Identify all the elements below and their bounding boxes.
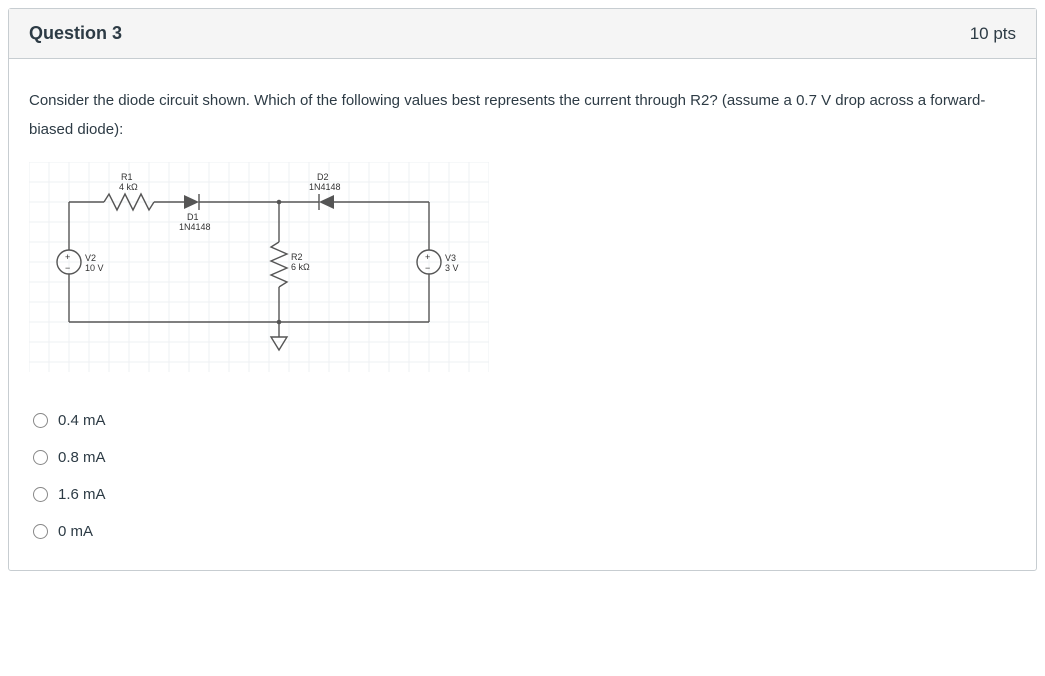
d1-name: D1	[187, 212, 199, 222]
r2-name: R2	[291, 252, 303, 262]
v2-value: 10 V	[85, 263, 104, 273]
answer-label: 0.4 mA	[58, 412, 106, 429]
v3-value: 3 V	[445, 263, 459, 273]
radio-icon	[33, 413, 48, 428]
question-title: Question 3	[29, 23, 122, 44]
v2-name: V2	[85, 253, 96, 263]
question-points: 10 pts	[970, 24, 1016, 44]
answer-label: 0.8 mA	[58, 449, 106, 466]
v3-name: V3	[445, 253, 456, 263]
radio-icon	[33, 524, 48, 539]
r1-value: 4 kΩ	[119, 182, 138, 192]
svg-text:+: +	[425, 252, 430, 262]
answer-option-a[interactable]: 0.4 mA	[29, 402, 1016, 439]
circuit-diagram: + − V2 10 V R1 4 kΩ D1 1N4148	[29, 162, 489, 372]
answer-label: 0 mA	[58, 523, 93, 540]
radio-icon	[33, 450, 48, 465]
d2-name: D2	[317, 172, 329, 182]
radio-icon	[33, 487, 48, 502]
question-prompt: Consider the diode circuit shown. Which …	[29, 87, 1016, 144]
answer-label: 1.6 mA	[58, 486, 106, 503]
answer-option-c[interactable]: 1.6 mA	[29, 476, 1016, 513]
question-header: Question 3 10 pts	[9, 9, 1036, 59]
answer-option-d[interactable]: 0 mA	[29, 513, 1016, 550]
r2-value: 6 kΩ	[291, 262, 310, 272]
r1-name: R1	[121, 172, 133, 182]
question-card: Question 3 10 pts Consider the diode cir…	[8, 8, 1037, 571]
answer-list: 0.4 mA 0.8 mA 1.6 mA 0 mA	[29, 402, 1016, 550]
answer-option-b[interactable]: 0.8 mA	[29, 439, 1016, 476]
d1-part: 1N4148	[179, 222, 211, 232]
svg-text:−: −	[65, 263, 70, 273]
svg-text:+: +	[65, 252, 70, 262]
d2-part: 1N4148	[309, 182, 341, 192]
svg-text:−: −	[425, 263, 430, 273]
question-body: Consider the diode circuit shown. Which …	[9, 59, 1036, 570]
